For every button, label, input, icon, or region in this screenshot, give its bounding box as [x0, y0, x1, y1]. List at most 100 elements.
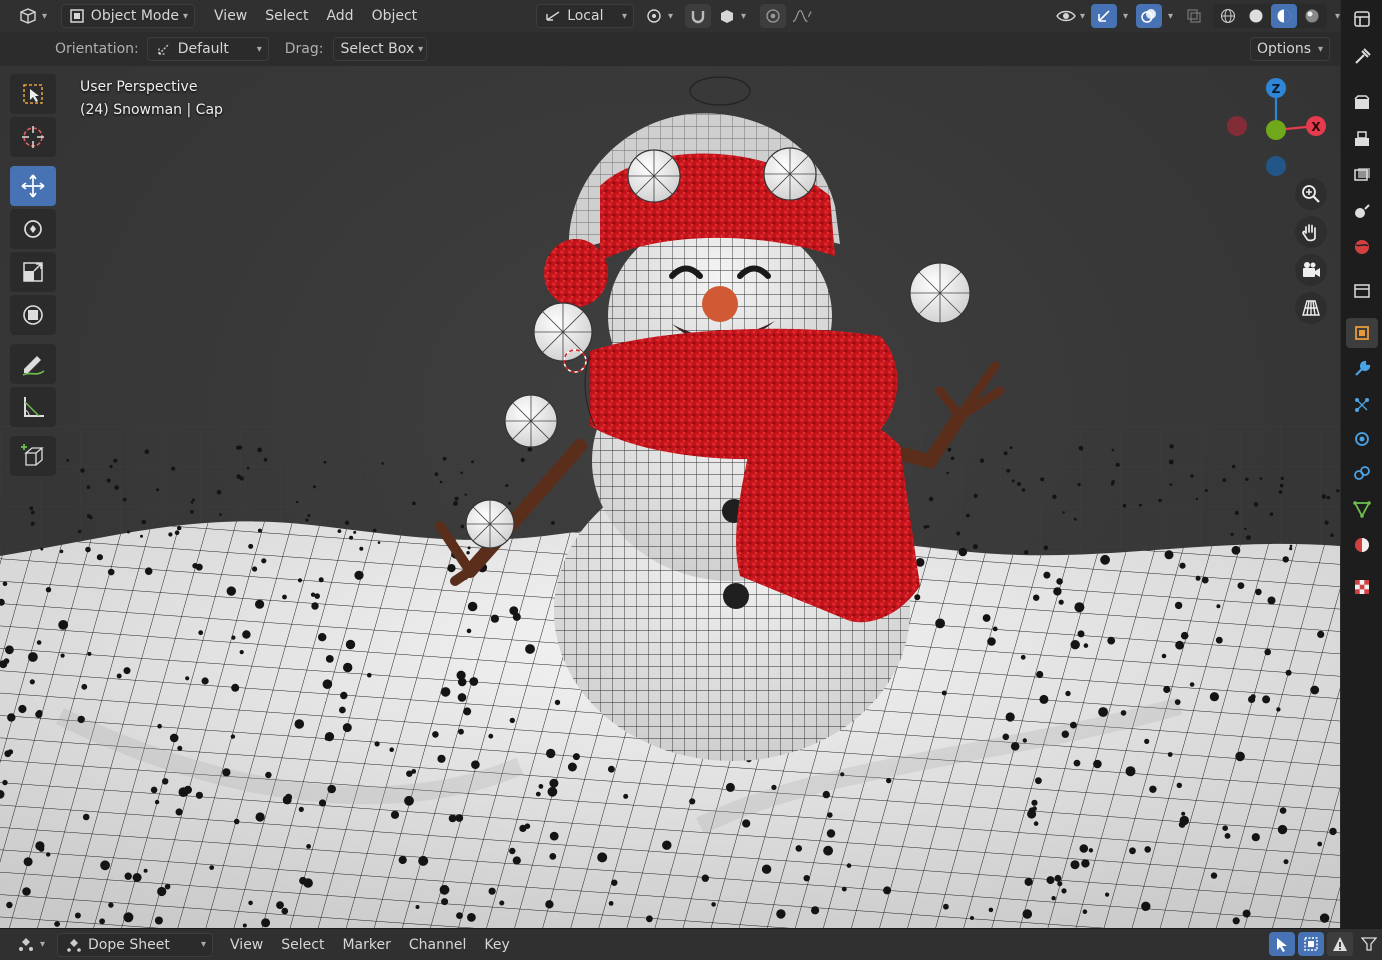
- snow-particle: [1054, 874, 1062, 882]
- snow-particle: [1093, 759, 1102, 769]
- properties-tab-tool[interactable]: [1346, 42, 1378, 72]
- menu-view[interactable]: View: [205, 4, 256, 28]
- only-errors-toggle[interactable]: [1327, 932, 1353, 956]
- xray-toggle[interactable]: [1181, 4, 1207, 28]
- navigation-gizmo[interactable]: Z X: [1220, 74, 1330, 184]
- tool-transform[interactable]: [10, 295, 56, 335]
- snow-particle: [742, 819, 751, 828]
- snow-particle: [1178, 821, 1186, 828]
- only-selected-toggle[interactable]: [1269, 932, 1295, 956]
- tool-rotate[interactable]: [10, 209, 56, 249]
- snow-particle: [490, 614, 499, 623]
- transform-orientation-dropdown[interactable]: Local ▾: [536, 4, 635, 28]
- gizmo-neg-z[interactable]: [1266, 156, 1286, 176]
- snow-particle: [359, 546, 364, 551]
- drag-dropdown[interactable]: Select Box ▾: [333, 37, 428, 61]
- properties-tab-scene[interactable]: [1346, 196, 1378, 226]
- shading-wireframe-button[interactable]: [1215, 4, 1241, 28]
- overlays-toggle[interactable]: [1136, 4, 1162, 28]
- camera-view-button[interactable]: [1295, 254, 1327, 286]
- gizmo-toggle[interactable]: [1091, 4, 1117, 28]
- properties-tab-output[interactable]: [1346, 124, 1378, 154]
- wireframe-sphere-icon: [1220, 8, 1236, 24]
- snow-particle: [1242, 909, 1251, 918]
- chevron-down-icon[interactable]: ▾: [1123, 11, 1128, 22]
- properties-tab-world[interactable]: [1346, 232, 1378, 262]
- show-hidden-toggle[interactable]: [1298, 932, 1324, 956]
- snap-target-button[interactable]: ▾: [711, 4, 752, 28]
- dope-menu-key[interactable]: Key: [475, 933, 518, 957]
- snow-particle: [811, 906, 820, 915]
- properties-tab-particles[interactable]: [1346, 390, 1378, 420]
- snow-particle: [1077, 482, 1081, 487]
- shading-solid-button[interactable]: [1243, 4, 1269, 28]
- snow-particle: [252, 566, 258, 572]
- properties-tab-render[interactable]: [1346, 88, 1378, 118]
- menu-object[interactable]: Object: [363, 4, 427, 28]
- shading-rendered-button[interactable]: [1299, 4, 1325, 28]
- dope-menu-view[interactable]: View: [221, 933, 272, 957]
- snow-particle: [339, 706, 346, 714]
- editor-mode-dropdown[interactable]: Dope Sheet ▾: [57, 932, 214, 957]
- snow-particle: [312, 485, 316, 489]
- snow-particle: [222, 768, 231, 777]
- properties-tab-physics[interactable]: [1346, 424, 1378, 454]
- snow-particle: [1009, 446, 1013, 450]
- tool-move[interactable]: [10, 166, 56, 206]
- snap-toggle[interactable]: [685, 4, 712, 28]
- snow-particle: [324, 732, 335, 742]
- zoom-button[interactable]: [1295, 178, 1327, 210]
- dope-menu-select[interactable]: Select: [272, 933, 333, 957]
- tool-select-box[interactable]: [10, 74, 56, 114]
- snow-particle: [60, 653, 65, 658]
- tool-add-cube[interactable]: [10, 436, 56, 476]
- gizmo-y[interactable]: [1266, 120, 1286, 140]
- options-dropdown[interactable]: Options ▾: [1250, 37, 1330, 61]
- properties-tab-object[interactable]: [1346, 318, 1378, 348]
- properties-tab-data[interactable]: [1346, 494, 1378, 524]
- tool-annotate[interactable]: [10, 344, 56, 384]
- snow-particle: [840, 772, 845, 777]
- chevron-down-icon[interactable]: ▾: [1168, 11, 1173, 22]
- tool-scale[interactable]: [10, 252, 56, 292]
- snow-particle: [185, 676, 190, 681]
- snow-particle: [1039, 694, 1049, 704]
- dope-menu-channel[interactable]: Channel: [400, 933, 475, 957]
- snow-particle: [1181, 811, 1186, 816]
- menu-select[interactable]: Select: [256, 4, 317, 28]
- editor-type-3d-viewport-icon: [18, 6, 38, 26]
- pivot-point-button[interactable]: ▾: [638, 4, 679, 28]
- snow-particle: [1321, 494, 1327, 499]
- filter-toggle[interactable]: [1356, 932, 1382, 956]
- 3d-viewport[interactable]: User Perspective (24) Snowman | Cap Z X: [0, 66, 1340, 928]
- properties-editor-type[interactable]: [1346, 4, 1378, 34]
- bottom-editor-type-button[interactable]: ▾: [10, 933, 51, 957]
- dope-menu-marker[interactable]: Marker: [333, 933, 399, 957]
- properties-tab-texture[interactable]: [1346, 572, 1378, 602]
- properties-tab-material[interactable]: [1346, 530, 1378, 560]
- snow-particle: [987, 637, 996, 646]
- snow-particle: [1176, 782, 1183, 788]
- proportional-editing-toggle[interactable]: [760, 4, 787, 28]
- snow-particle: [109, 464, 113, 469]
- snow-particle: [340, 691, 348, 700]
- pan-button[interactable]: [1295, 216, 1327, 248]
- snow-particle: [327, 784, 337, 794]
- properties-tab-collection[interactable]: [1346, 276, 1378, 306]
- proportional-falloff-button[interactable]: [786, 4, 818, 28]
- properties-tab-constraints[interactable]: [1346, 458, 1378, 488]
- menu-add[interactable]: Add: [317, 4, 362, 28]
- editor-type-button[interactable]: ▾: [12, 4, 53, 28]
- properties-tab-view-layer[interactable]: [1346, 160, 1378, 190]
- snow-particle: [1081, 859, 1090, 868]
- mode-dropdown[interactable]: Object Mode ▾: [61, 4, 196, 28]
- shading-material-button[interactable]: [1270, 4, 1297, 28]
- gizmo-neg-x[interactable]: [1227, 116, 1247, 136]
- orientation-dropdown[interactable]: Default ▾: [146, 37, 269, 61]
- snow-particle: [970, 916, 974, 920]
- perspective-toggle-button[interactable]: [1295, 292, 1327, 324]
- tool-measure[interactable]: [10, 387, 56, 427]
- visibility-selectability-button[interactable]: ▾: [1050, 4, 1091, 28]
- properties-tab-modifiers[interactable]: [1346, 354, 1378, 384]
- tool-cursor[interactable]: [10, 117, 56, 157]
